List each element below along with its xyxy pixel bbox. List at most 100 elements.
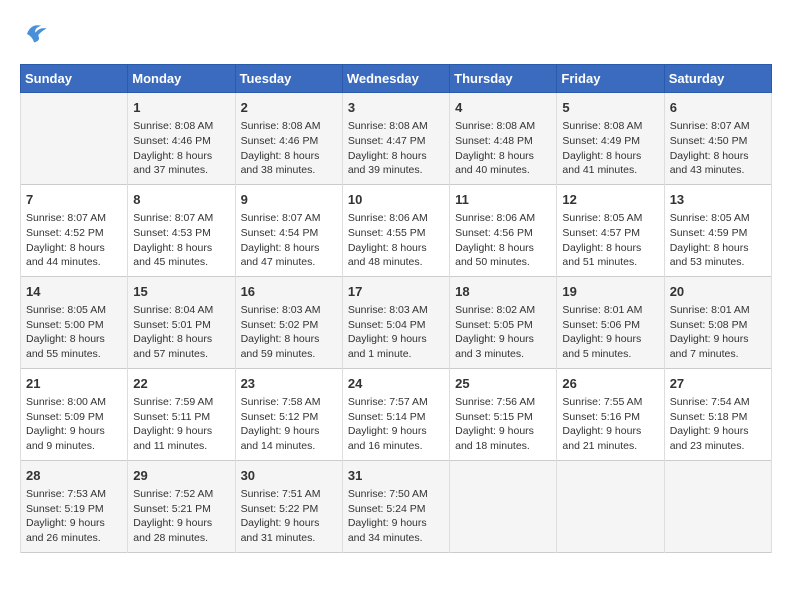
day-info: Sunrise: 8:04 AM Sunset: 5:01 PM Dayligh…: [133, 303, 229, 362]
calendar-cell: 12 Sunrise: 8:05 AM Sunset: 4:57 PM Dayli…: [557, 184, 664, 276]
calendar-cell: 9 Sunrise: 8:07 AM Sunset: 4:54 PM Daylig…: [235, 184, 342, 276]
day-info: Sunrise: 8:07 AM Sunset: 4:53 PM Dayligh…: [133, 211, 229, 270]
day-number: 13: [670, 191, 766, 209]
day-info: Sunrise: 8:05 AM Sunset: 4:57 PM Dayligh…: [562, 211, 658, 270]
logo: [20, 20, 52, 48]
day-info: Sunrise: 8:06 AM Sunset: 4:56 PM Dayligh…: [455, 211, 551, 270]
day-info: Sunrise: 8:07 AM Sunset: 4:54 PM Dayligh…: [241, 211, 337, 270]
day-info: Sunrise: 7:57 AM Sunset: 5:14 PM Dayligh…: [348, 395, 444, 454]
calendar-cell: 18 Sunrise: 8:02 AM Sunset: 5:05 PM Dayli…: [450, 276, 557, 368]
day-info: Sunrise: 8:08 AM Sunset: 4:48 PM Dayligh…: [455, 119, 551, 178]
day-number: 24: [348, 375, 444, 393]
calendar-cell: 23 Sunrise: 7:58 AM Sunset: 5:12 PM Dayli…: [235, 368, 342, 460]
day-number: 23: [241, 375, 337, 393]
day-info: Sunrise: 7:55 AM Sunset: 5:16 PM Dayligh…: [562, 395, 658, 454]
day-number: 20: [670, 283, 766, 301]
day-number: 28: [26, 467, 122, 485]
day-info: Sunrise: 8:03 AM Sunset: 5:04 PM Dayligh…: [348, 303, 444, 362]
day-number: 2: [241, 99, 337, 117]
calendar-cell: [21, 93, 128, 185]
calendar-cell: 30Sunrise: 7:51 AM Sunset: 5:22 PM Dayli…: [235, 460, 342, 552]
day-number: 3: [348, 99, 444, 117]
calendar-cell: 24 Sunrise: 7:57 AM Sunset: 5:14 PM Dayli…: [342, 368, 449, 460]
day-number: 18: [455, 283, 551, 301]
day-info: Sunrise: 8:06 AM Sunset: 4:55 PM Dayligh…: [348, 211, 444, 270]
day-number: 1: [133, 99, 229, 117]
calendar-cell: 27 Sunrise: 7:54 AM Sunset: 5:18 PM Dayli…: [664, 368, 771, 460]
weekday-header-cell: Thursday: [450, 65, 557, 93]
calendar-week-row: 28 Sunrise: 7:53 AM Sunset: 5:19 PM Dayli…: [21, 460, 772, 552]
day-number: 12: [562, 191, 658, 209]
day-number: 9: [241, 191, 337, 209]
weekday-header-row: SundayMondayTuesdayWednesdayThursdayFrid…: [21, 65, 772, 93]
day-number: 15: [133, 283, 229, 301]
weekday-header-cell: Wednesday: [342, 65, 449, 93]
day-info: Sunrise: 7:51 AM Sunset: 5:22 PM Dayligh…: [241, 487, 337, 546]
calendar-cell: 26 Sunrise: 7:55 AM Sunset: 5:16 PM Dayli…: [557, 368, 664, 460]
calendar-cell: [664, 460, 771, 552]
day-number: 21: [26, 375, 122, 393]
day-number: 16: [241, 283, 337, 301]
calendar-week-row: 14Sunrise: 8:05 AM Sunset: 5:00 PM Dayli…: [21, 276, 772, 368]
day-info: Sunrise: 8:08 AM Sunset: 4:49 PM Dayligh…: [562, 119, 658, 178]
day-info: Sunrise: 8:01 AM Sunset: 5:08 PM Dayligh…: [670, 303, 766, 362]
calendar-cell: 3 Sunrise: 8:08 AM Sunset: 4:47 PM Daylig…: [342, 93, 449, 185]
day-number: 22: [133, 375, 229, 393]
calendar-cell: 25 Sunrise: 7:56 AM Sunset: 5:15 PM Dayli…: [450, 368, 557, 460]
day-info: Sunrise: 8:03 AM Sunset: 5:02 PM Dayligh…: [241, 303, 337, 362]
day-number: 7: [26, 191, 122, 209]
day-number: 5: [562, 99, 658, 117]
calendar-cell: 14Sunrise: 8:05 AM Sunset: 5:00 PM Dayli…: [21, 276, 128, 368]
day-number: 10: [348, 191, 444, 209]
calendar-cell: 6Sunrise: 8:07 AM Sunset: 4:50 PM Daylig…: [664, 93, 771, 185]
calendar-cell: 8 Sunrise: 8:07 AM Sunset: 4:53 PM Daylig…: [128, 184, 235, 276]
logo-icon: [20, 20, 48, 48]
day-number: 4: [455, 99, 551, 117]
day-number: 29: [133, 467, 229, 485]
calendar-cell: 1Sunrise: 8:08 AM Sunset: 4:46 PM Daylig…: [128, 93, 235, 185]
day-number: 27: [670, 375, 766, 393]
day-info: Sunrise: 7:58 AM Sunset: 5:12 PM Dayligh…: [241, 395, 337, 454]
weekday-header-cell: Friday: [557, 65, 664, 93]
day-info: Sunrise: 7:50 AM Sunset: 5:24 PM Dayligh…: [348, 487, 444, 546]
calendar-cell: 10 Sunrise: 8:06 AM Sunset: 4:55 PM Dayli…: [342, 184, 449, 276]
weekday-header-cell: Sunday: [21, 65, 128, 93]
calendar-cell: 15 Sunrise: 8:04 AM Sunset: 5:01 PM Dayli…: [128, 276, 235, 368]
day-info: Sunrise: 7:56 AM Sunset: 5:15 PM Dayligh…: [455, 395, 551, 454]
weekday-header-cell: Monday: [128, 65, 235, 93]
calendar-cell: 21 Sunrise: 8:00 AM Sunset: 5:09 PM Dayli…: [21, 368, 128, 460]
calendar-cell: 17 Sunrise: 8:03 AM Sunset: 5:04 PM Dayli…: [342, 276, 449, 368]
calendar-body: 1Sunrise: 8:08 AM Sunset: 4:46 PM Daylig…: [21, 93, 772, 553]
calendar-cell: 2Sunrise: 8:08 AM Sunset: 4:46 PM Daylig…: [235, 93, 342, 185]
page-header: [20, 20, 772, 48]
calendar-cell: 28 Sunrise: 7:53 AM Sunset: 5:19 PM Dayli…: [21, 460, 128, 552]
day-number: 26: [562, 375, 658, 393]
day-number: 6: [670, 99, 766, 117]
calendar-week-row: 7Sunrise: 8:07 AM Sunset: 4:52 PM Daylig…: [21, 184, 772, 276]
day-number: 19: [562, 283, 658, 301]
day-number: 31: [348, 467, 444, 485]
day-info: Sunrise: 7:53 AM Sunset: 5:19 PM Dayligh…: [26, 487, 122, 546]
day-info: Sunrise: 8:00 AM Sunset: 5:09 PM Dayligh…: [26, 395, 122, 454]
calendar-cell: [450, 460, 557, 552]
calendar-cell: 29 Sunrise: 7:52 AM Sunset: 5:21 PM Dayli…: [128, 460, 235, 552]
calendar-cell: 19 Sunrise: 8:01 AM Sunset: 5:06 PM Dayli…: [557, 276, 664, 368]
day-number: 11: [455, 191, 551, 209]
day-info: Sunrise: 7:54 AM Sunset: 5:18 PM Dayligh…: [670, 395, 766, 454]
day-number: 17: [348, 283, 444, 301]
calendar-table: SundayMondayTuesdayWednesdayThursdayFrid…: [20, 64, 772, 553]
weekday-header-cell: Saturday: [664, 65, 771, 93]
day-info: Sunrise: 8:08 AM Sunset: 4:47 PM Dayligh…: [348, 119, 444, 178]
calendar-cell: 13Sunrise: 8:05 AM Sunset: 4:59 PM Dayli…: [664, 184, 771, 276]
calendar-cell: 7Sunrise: 8:07 AM Sunset: 4:52 PM Daylig…: [21, 184, 128, 276]
day-number: 8: [133, 191, 229, 209]
calendar-cell: 20 Sunrise: 8:01 AM Sunset: 5:08 PM Dayli…: [664, 276, 771, 368]
day-info: Sunrise: 8:02 AM Sunset: 5:05 PM Dayligh…: [455, 303, 551, 362]
day-info: Sunrise: 8:01 AM Sunset: 5:06 PM Dayligh…: [562, 303, 658, 362]
calendar-cell: 31 Sunrise: 7:50 AM Sunset: 5:24 PM Dayli…: [342, 460, 449, 552]
calendar-week-row: 1Sunrise: 8:08 AM Sunset: 4:46 PM Daylig…: [21, 93, 772, 185]
calendar-cell: 4 Sunrise: 8:08 AM Sunset: 4:48 PM Daylig…: [450, 93, 557, 185]
day-number: 25: [455, 375, 551, 393]
weekday-header-cell: Tuesday: [235, 65, 342, 93]
day-info: Sunrise: 7:52 AM Sunset: 5:21 PM Dayligh…: [133, 487, 229, 546]
